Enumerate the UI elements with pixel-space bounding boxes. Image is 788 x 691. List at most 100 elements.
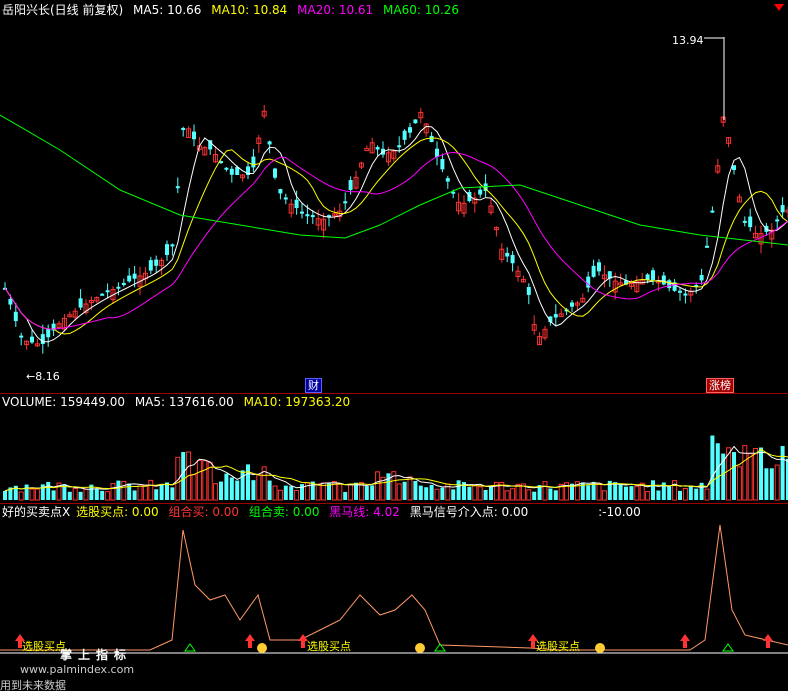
volume-bar-up <box>191 474 197 501</box>
volume-bar-up <box>596 483 602 501</box>
volume-bar-up <box>747 453 753 501</box>
volume-bar-up <box>213 483 219 501</box>
candle-body-down <box>645 274 650 280</box>
buy-arrow-icon <box>763 634 773 641</box>
candle-body-down <box>678 290 682 293</box>
volume-bar-down <box>548 488 553 500</box>
volume-bar-down <box>710 435 715 500</box>
candle-body-down <box>445 178 450 182</box>
money-bag-icon <box>415 643 425 653</box>
candle-body-down <box>175 186 180 189</box>
volume-bar-down <box>224 473 229 500</box>
volume-bar-up <box>34 488 40 501</box>
volume-bar-down <box>586 485 591 500</box>
watermark-note: 用到未来数据 <box>0 679 66 691</box>
candle-body-down <box>526 287 531 295</box>
candle-body-down <box>570 302 574 307</box>
candle-body-down <box>300 211 304 214</box>
volume-bar-down <box>3 490 7 500</box>
volume-bar-down <box>715 443 720 500</box>
volume-bar-down <box>78 491 83 500</box>
candle-body-down <box>775 219 780 222</box>
buy-arrow-icon <box>683 641 687 648</box>
candle-body-down <box>40 334 45 344</box>
volume-bar-down <box>688 485 693 500</box>
candle-body-down <box>661 275 666 285</box>
volume-bar-down <box>127 483 132 500</box>
volume-bar-up <box>542 481 548 501</box>
candle-body-down <box>294 199 299 209</box>
volume-bar-up <box>601 490 607 501</box>
candle-body-down <box>553 314 558 318</box>
volume-bar-up <box>704 488 710 501</box>
candle-body-down <box>46 328 51 338</box>
volume-bar-down <box>289 486 294 500</box>
candle-body-down <box>121 283 126 286</box>
candle-body-down <box>780 205 785 213</box>
volume-bar-down <box>51 490 56 500</box>
indicator-line <box>0 524 788 651</box>
volume-bar-up <box>148 479 154 501</box>
candle-body-down <box>170 244 175 247</box>
candle-body-down <box>748 216 753 228</box>
candle-body-down <box>699 275 704 281</box>
event-limit-badge[interactable]: 涨榜 <box>706 378 734 393</box>
money-bag-icon <box>595 643 605 653</box>
candle-body-down <box>510 254 515 264</box>
candle-body-down <box>478 189 483 195</box>
candle-body-down <box>224 167 229 170</box>
volume-bar-up <box>337 483 343 501</box>
volume-bar-up <box>72 487 78 501</box>
candle-body-down <box>343 201 348 204</box>
candle-body-down <box>408 127 412 133</box>
candle-body-down <box>116 286 121 289</box>
volume-bar-down <box>251 480 256 500</box>
signal-label: 选股买点 <box>307 640 351 653</box>
high-price-label: 13.94 <box>672 34 704 47</box>
volume-bar-down <box>46 481 51 500</box>
low-price-label: ←8.16 <box>26 370 60 383</box>
volume-bar-down <box>424 487 429 500</box>
volume-bar-down <box>116 480 121 500</box>
volume-bar-up <box>18 491 24 501</box>
volume-bar-down <box>343 491 348 500</box>
volume-bar-down <box>181 452 186 500</box>
chart-canvas <box>0 37 788 654</box>
sell-triangle-icon <box>184 643 196 652</box>
volume-bar-down <box>94 488 99 500</box>
candle-body-down <box>667 280 672 289</box>
candle-body-down <box>413 119 418 124</box>
sell-triangle-icon <box>722 643 734 652</box>
volume-bar-up <box>645 491 651 501</box>
volume-bar-up <box>736 466 742 501</box>
signal-label: 选股买点 <box>536 640 580 653</box>
volume-bar-down <box>440 487 445 500</box>
volume-bar-down <box>483 489 488 500</box>
candle-body-down <box>229 168 234 175</box>
candle-body-down <box>310 215 315 218</box>
buy-arrow-icon <box>245 634 255 641</box>
event-finance-badge[interactable]: 财 <box>305 378 322 393</box>
volume-bar-down <box>678 490 682 500</box>
volume-bar-up <box>682 488 688 501</box>
volume-bar-down <box>219 481 223 500</box>
candle-body-down <box>154 259 159 266</box>
candle-body-down <box>440 159 445 170</box>
volume-bar-down <box>159 483 164 500</box>
candle-body-down <box>132 273 137 279</box>
candle-body-down <box>19 335 24 338</box>
volume-bar-down <box>780 446 785 500</box>
volume-bar-down <box>769 468 774 500</box>
volume-bar-up <box>110 483 116 501</box>
candle-body-down <box>305 214 310 217</box>
volume-bar-down <box>732 452 736 500</box>
candle-body-down <box>505 252 510 257</box>
volume-bar-down <box>429 484 434 500</box>
volume-bar-down <box>154 489 159 500</box>
money-bag-icon <box>257 643 267 653</box>
candle-body-down <box>283 197 288 200</box>
volume-bar-up <box>375 471 381 501</box>
ma5-line <box>4 125 788 343</box>
candle-body-down <box>148 260 153 271</box>
volume-bar-down <box>553 490 558 500</box>
